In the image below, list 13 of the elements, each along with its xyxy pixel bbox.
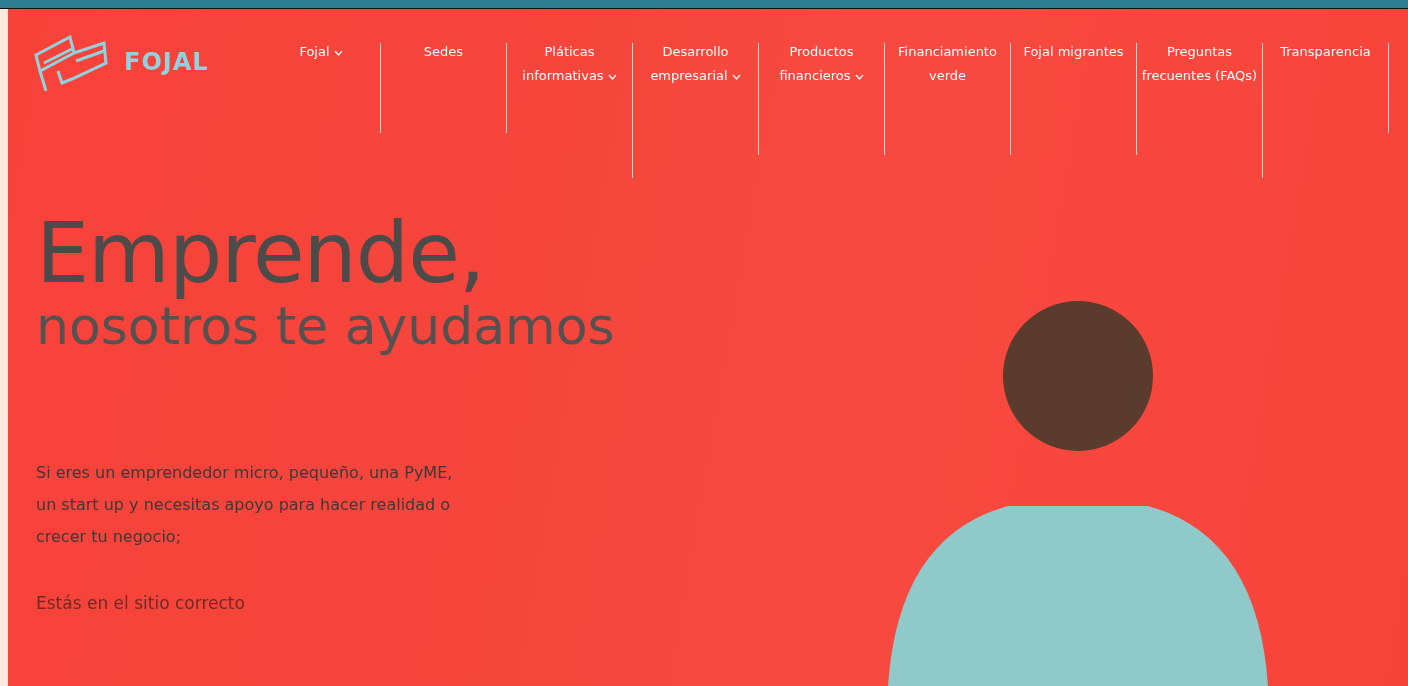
logo-text: FOJAL xyxy=(124,48,209,76)
nav-link[interactable]: Productos financieros xyxy=(759,33,884,88)
nav-link[interactable]: Pláticas informativas xyxy=(507,33,632,88)
nav-link[interactable]: Fojal migrantes xyxy=(1011,33,1136,64)
hero-description: Si eres un emprendedor micro, pequeño, una PyME, un start up y necesitas apoyo para hacer realidad o crecer tu negocio; xyxy=(36,462,454,549)
nav-link[interactable]: Preguntas frecuentes (FAQs) xyxy=(1137,33,1262,88)
hero-tagline: Estás en el sitio correcto xyxy=(36,593,246,614)
logo-icon xyxy=(32,33,108,91)
nav-link[interactable]: Fojal xyxy=(262,33,380,64)
nav-link[interactable]: Financiamiento verde xyxy=(885,33,1010,88)
nav-link[interactable]: Transparencia xyxy=(1263,33,1388,64)
nav-link[interactable]: Sedes xyxy=(381,33,506,64)
nav-link[interactable]: Desarrollo empresarial xyxy=(633,33,758,88)
